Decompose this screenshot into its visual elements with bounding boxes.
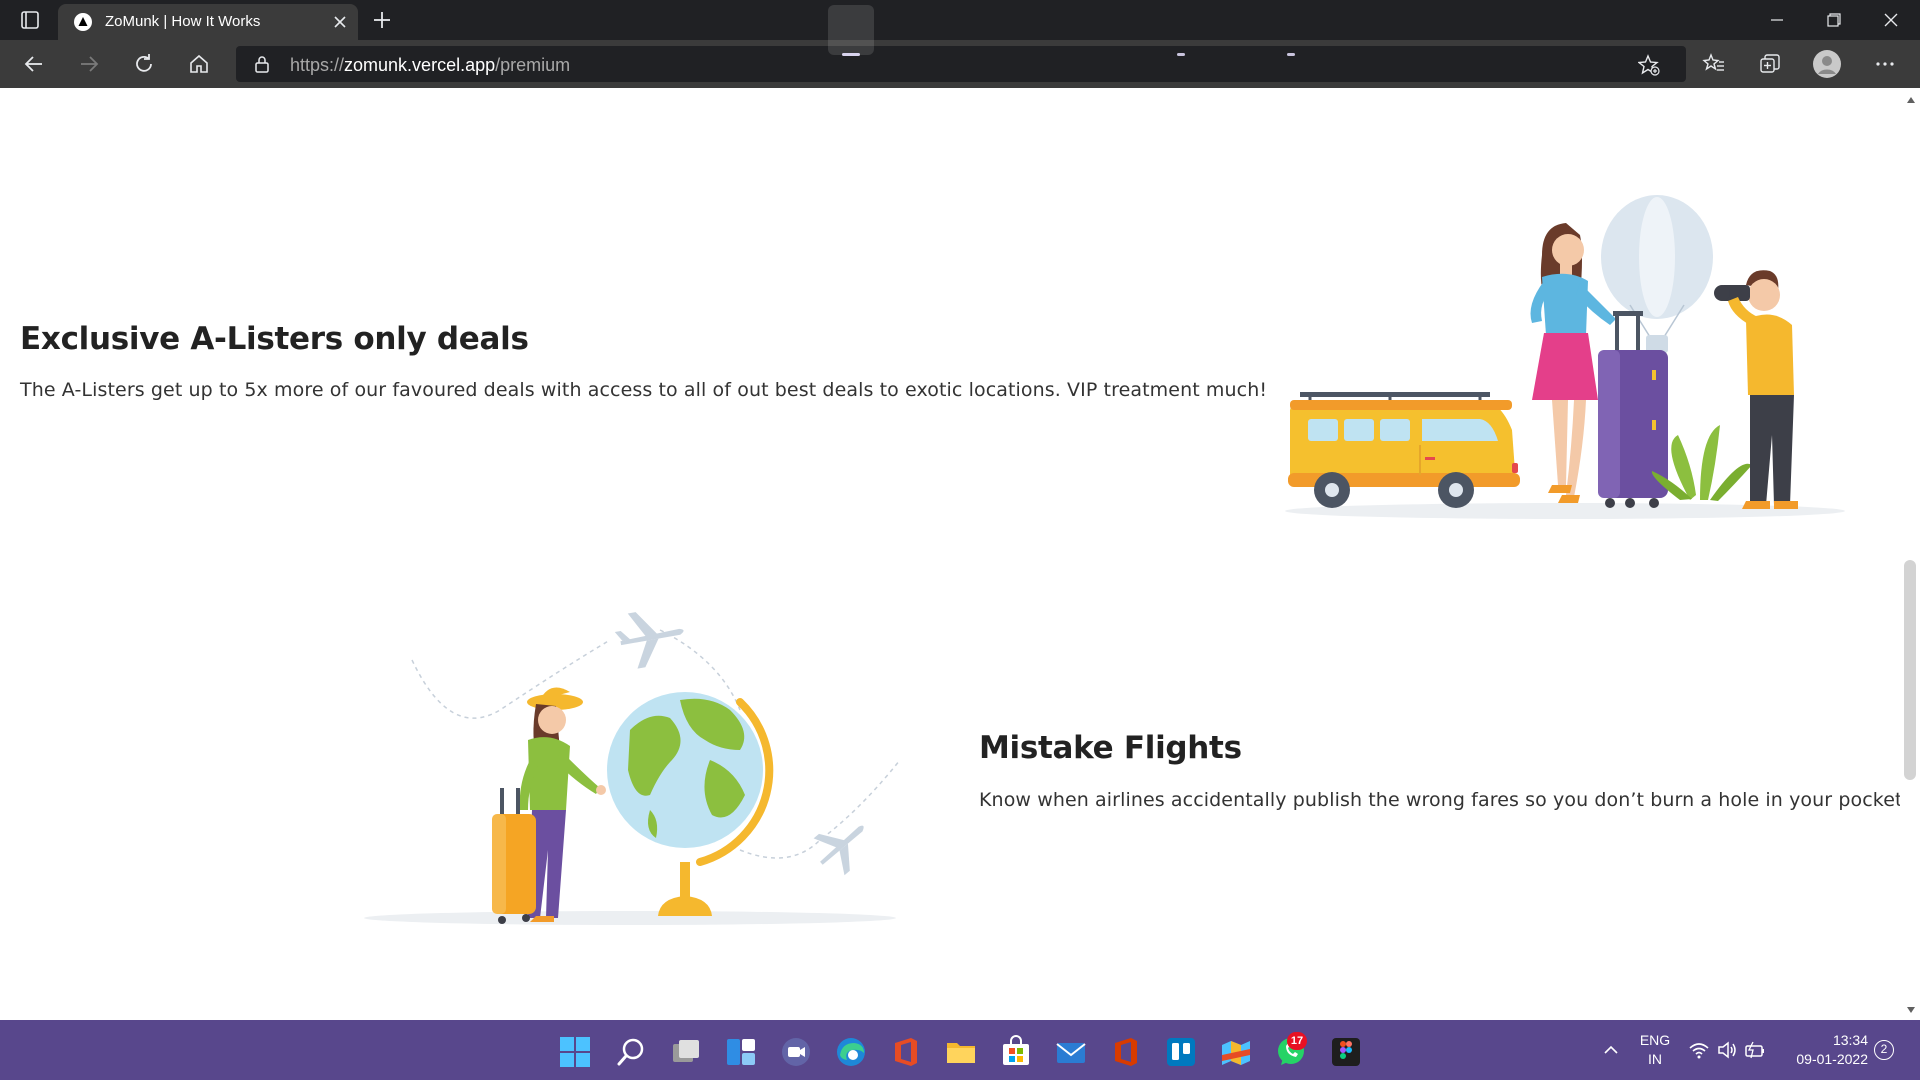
yellow-van-icon xyxy=(1288,392,1520,508)
zomunk-favicon-icon xyxy=(74,13,92,31)
section-desc-mistake-flights: Know when airlines accidentally publish … xyxy=(979,789,1909,811)
notification-count[interactable]: 2 xyxy=(1874,1040,1894,1060)
task-view-icon[interactable] xyxy=(669,1035,703,1069)
tab-title: ZoMunk | How It Works xyxy=(105,13,261,30)
file-explorer-icon[interactable] xyxy=(944,1035,978,1069)
search-icon[interactable] xyxy=(614,1035,648,1069)
widgets-icon[interactable] xyxy=(724,1035,758,1069)
back-icon[interactable] xyxy=(22,52,46,76)
refresh-icon[interactable] xyxy=(132,52,156,76)
browser-tab-bar: ZoMunk | How It Works xyxy=(0,0,1920,40)
trello-running-indicator xyxy=(1177,53,1185,56)
battery-charging-icon[interactable] xyxy=(1744,1040,1766,1060)
woman-hiker-icon xyxy=(492,687,606,924)
volume-icon[interactable] xyxy=(1716,1040,1738,1060)
page-scrollbar[interactable] xyxy=(1900,88,1920,1020)
edge-browser-icon[interactable] xyxy=(834,1035,868,1069)
favorites-icon[interactable] xyxy=(1702,52,1726,76)
minimize-icon[interactable] xyxy=(1762,6,1792,34)
url-text[interactable]: https://zomunk.vercel.app/premium xyxy=(290,55,570,76)
restore-icon[interactable] xyxy=(1818,6,1848,34)
close-window-icon[interactable] xyxy=(1876,6,1906,34)
lock-icon[interactable] xyxy=(254,55,270,73)
teams-chat-icon[interactable] xyxy=(779,1035,813,1069)
clock[interactable]: 13:34 09-01-2022 xyxy=(1780,1032,1868,1067)
profile-avatar-icon[interactable] xyxy=(1812,49,1842,79)
scroll-up-icon[interactable] xyxy=(1906,96,1916,104)
scroll-down-icon[interactable] xyxy=(1906,1006,1916,1014)
man-photographer-icon xyxy=(1714,270,1798,509)
url-host: zomunk.vercel.app xyxy=(344,55,496,75)
show-hidden-icons-icon[interactable] xyxy=(1600,1040,1622,1060)
new-tab-icon[interactable] xyxy=(370,8,394,32)
home-icon[interactable] xyxy=(187,52,211,76)
url-path: /premium xyxy=(495,55,571,75)
whatsapp-unread-badge: 17 xyxy=(1287,1032,1307,1050)
airplane-icon xyxy=(614,612,684,669)
collections-icon[interactable] xyxy=(1758,52,1782,76)
scroll-thumb[interactable] xyxy=(1904,560,1916,780)
address-bar[interactable]: https://zomunk.vercel.app/premium xyxy=(236,46,1686,82)
mail-icon[interactable] xyxy=(1054,1035,1088,1069)
travel-van-illustration xyxy=(1285,195,1845,519)
airplane-icon xyxy=(813,825,864,876)
tab-close-icon[interactable] xyxy=(330,12,350,32)
region-code: IN xyxy=(1648,1051,1662,1067)
office-icon[interactable] xyxy=(889,1035,923,1069)
section-title-a-listers: Exclusive A-Listers only deals xyxy=(20,321,529,357)
whatsapp-running-indicator xyxy=(1287,53,1295,56)
maps-icon[interactable] xyxy=(1219,1035,1253,1069)
figma-icon[interactable] xyxy=(1329,1035,1363,1069)
browser-toolbar: https://zomunk.vercel.app/premium xyxy=(0,40,1920,88)
add-favorite-icon[interactable] xyxy=(1638,54,1660,76)
wifi-icon[interactable] xyxy=(1688,1040,1710,1060)
tab-active[interactable]: ZoMunk | How It Works xyxy=(58,4,358,40)
clock-time: 13:34 xyxy=(1832,1032,1868,1048)
language-code: ENG xyxy=(1639,1032,1671,1048)
active-app-highlight xyxy=(828,5,874,55)
language-indicator[interactable]: ENG IN xyxy=(1635,1032,1675,1067)
more-options-icon[interactable] xyxy=(1873,52,1897,76)
globe-traveler-illustration xyxy=(364,612,901,925)
microsoft-store-icon[interactable] xyxy=(999,1035,1033,1069)
start-windows-icon[interactable] xyxy=(558,1035,592,1069)
section-title-mistake-flights: Mistake Flights xyxy=(979,730,1242,766)
globe-icon xyxy=(607,692,774,916)
forward-icon[interactable] xyxy=(77,52,101,76)
trello-icon[interactable] xyxy=(1164,1035,1198,1069)
tab-actions-icon[interactable] xyxy=(14,8,48,32)
edge-running-indicator xyxy=(842,53,860,56)
url-scheme: https:// xyxy=(290,55,345,75)
office-hub-icon[interactable] xyxy=(1109,1035,1143,1069)
clock-date: 09-01-2022 xyxy=(1796,1051,1868,1067)
section-desc-a-listers: The A-Listers get up to 5x more of our f… xyxy=(20,379,1268,401)
